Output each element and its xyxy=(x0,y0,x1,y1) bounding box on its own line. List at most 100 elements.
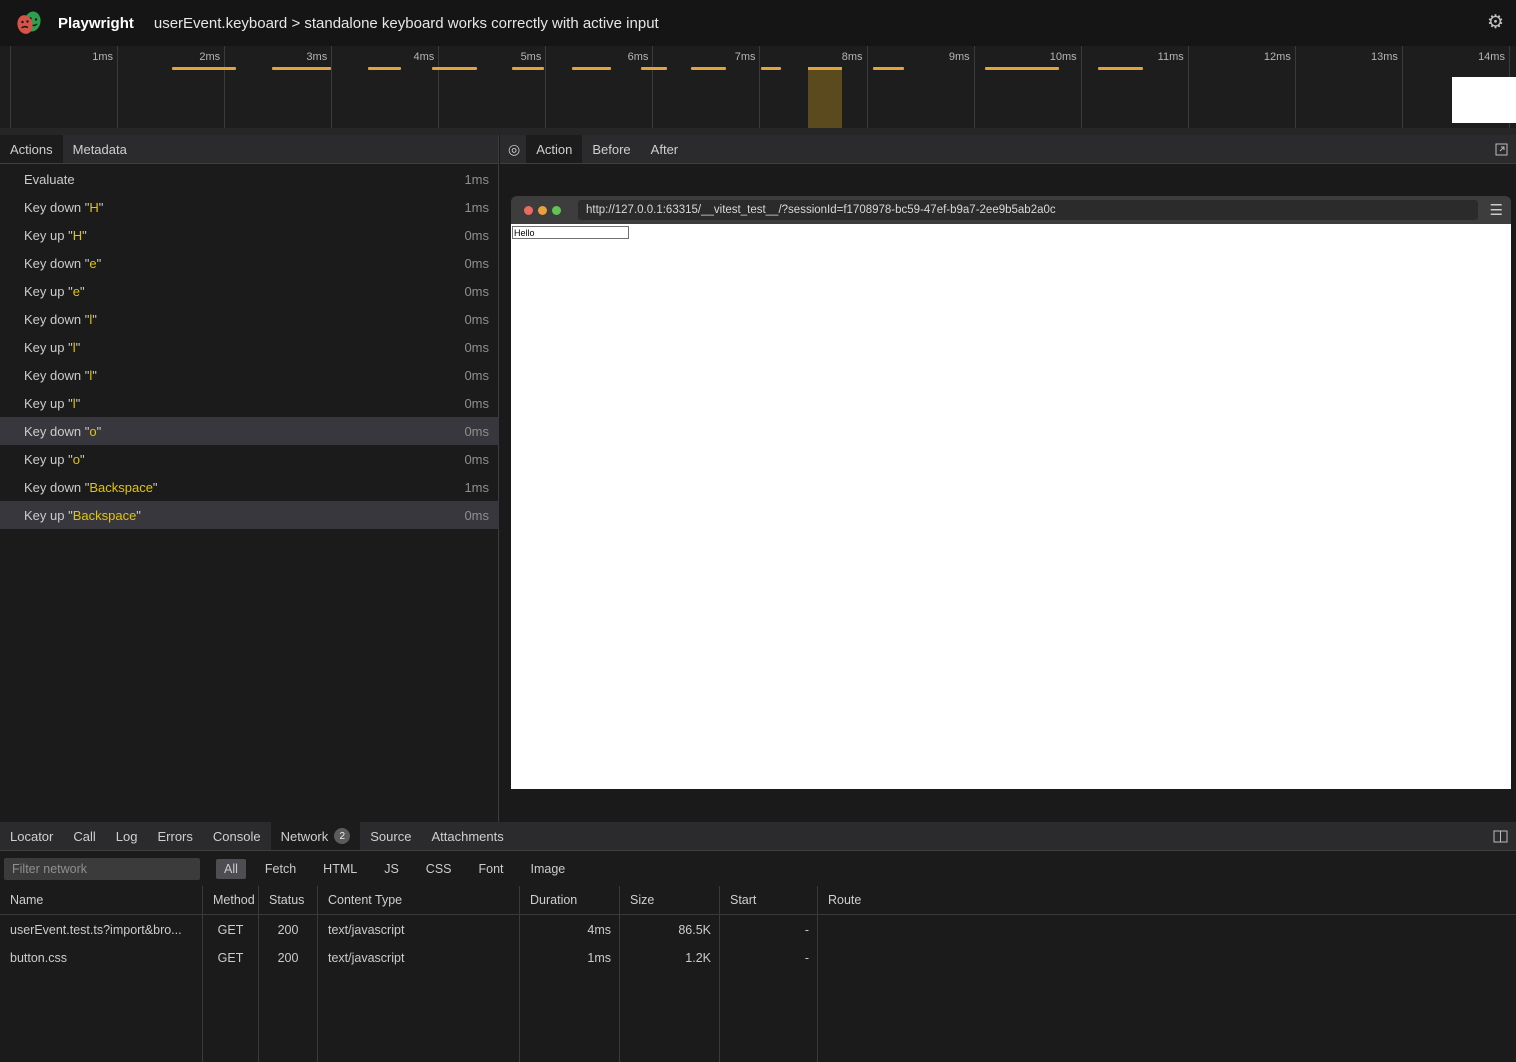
action-key-value: Backspace xyxy=(73,508,137,523)
timeline-action-tick[interactable] xyxy=(641,67,667,70)
network-row-cell[interactable]: GET xyxy=(203,944,259,972)
timeline-gridline xyxy=(652,46,653,128)
tab-source[interactable]: Source xyxy=(360,822,421,850)
column-header-status[interactable]: Status xyxy=(259,886,318,915)
network-row-cell[interactable]: - xyxy=(720,915,818,944)
column-header-route[interactable]: Route xyxy=(818,886,1516,915)
tab-call[interactable]: Call xyxy=(63,822,105,850)
filter-image[interactable]: Image xyxy=(523,859,574,879)
timeline-action-tick[interactable] xyxy=(572,67,611,70)
action-list-item[interactable]: Key down "e"0ms xyxy=(0,249,499,277)
timeline-action-tick[interactable] xyxy=(272,67,331,70)
timeline-action-tick[interactable] xyxy=(512,67,544,70)
action-list-item[interactable]: Key down "l"0ms xyxy=(0,361,499,389)
action-label: Key down " xyxy=(24,312,89,327)
network-row-cell[interactable]: GET xyxy=(203,915,259,944)
details-panel: LocatorCallLogErrors Console Network2Sourc… xyxy=(0,822,1516,1062)
timeline[interactable]: 1ms2ms3ms4ms5ms6ms7ms8ms9ms10ms11ms12ms1… xyxy=(0,46,1516,135)
timeline-ms-label: 3ms xyxy=(271,51,327,63)
action-list-item[interactable]: Key up "e"0ms xyxy=(0,277,499,305)
filter-css[interactable]: CSS xyxy=(418,859,460,879)
timeline-action-tick[interactable] xyxy=(985,67,1059,70)
timeline-action-tick[interactable] xyxy=(873,67,904,70)
column-header-start[interactable]: Start xyxy=(720,886,818,915)
column-header-size[interactable]: Size xyxy=(620,886,720,915)
action-key-quote: " xyxy=(153,480,158,495)
network-row-cell[interactable]: 4ms xyxy=(520,915,620,944)
filter-js[interactable]: JS xyxy=(376,859,407,879)
action-list-item[interactable]: Key up "l"0ms xyxy=(0,333,499,361)
network-row-cell[interactable]: 200 xyxy=(259,944,318,972)
network-row-cell[interactable]: - xyxy=(720,944,818,972)
network-row-cell[interactable]: userEvent.test.ts?import&bro... xyxy=(0,915,203,944)
timeline-action-tick[interactable] xyxy=(172,67,236,70)
action-duration: 0ms xyxy=(464,396,489,411)
filter-font[interactable]: Font xyxy=(471,859,512,879)
network-row-cell[interactable]: button.css xyxy=(0,944,203,972)
filter-all[interactable]: All xyxy=(216,859,246,879)
action-key-value: Backspace xyxy=(89,480,153,495)
timeline-action-tick[interactable] xyxy=(432,67,477,70)
action-list-item[interactable]: Key down "H"1ms xyxy=(0,193,499,221)
tab-after[interactable]: After xyxy=(641,135,688,163)
action-list-item[interactable]: Key down "l"0ms xyxy=(0,305,499,333)
timeline-gridline xyxy=(224,46,225,128)
action-list-item[interactable]: Key up "o"0ms xyxy=(0,445,499,473)
address-bar: http://127.0.0.1:63315/__vitest_test__/?… xyxy=(578,200,1478,220)
timeline-screenshot-thumbnail[interactable] xyxy=(1452,77,1516,123)
action-label: Key up " xyxy=(24,396,73,411)
network-row-cell[interactable]: text/javascript xyxy=(318,944,520,972)
network-row-cell[interactable]: 86.5K xyxy=(620,915,720,944)
timeline-resize-gutter[interactable] xyxy=(0,128,1516,135)
action-list-item[interactable]: Key up "l"0ms xyxy=(0,389,499,417)
tab-log[interactable]: Log xyxy=(106,822,148,850)
action-list-item[interactable]: Key down "Backspace"1ms xyxy=(0,473,499,501)
network-row-cell[interactable]: 1.2K xyxy=(620,944,720,972)
action-duration: 0ms xyxy=(464,340,489,355)
action-list-item[interactable]: Key up "H"0ms xyxy=(0,221,499,249)
page-text-input[interactable] xyxy=(512,226,629,239)
action-list-item[interactable]: Evaluate 1ms xyxy=(0,165,499,193)
filter-html[interactable]: HTML xyxy=(315,859,365,879)
timeline-action-tick[interactable] xyxy=(368,67,401,70)
network-row-cell[interactable] xyxy=(818,915,1516,944)
action-list-item[interactable]: Key down "o"0ms xyxy=(0,417,499,445)
action-key-value: e xyxy=(73,284,80,299)
table-filler-cell xyxy=(620,972,720,1062)
tab-before[interactable]: Before xyxy=(582,135,640,163)
tab-label: Console xyxy=(213,829,261,844)
timeline-action-tick[interactable] xyxy=(691,67,726,70)
timeline-selected-range[interactable] xyxy=(808,67,842,128)
column-header-content-type[interactable]: Content Type xyxy=(318,886,520,915)
tab-locator[interactable]: Locator xyxy=(0,822,63,850)
network-filter-input[interactable] xyxy=(4,858,200,880)
network-row-cell[interactable]: text/javascript xyxy=(318,915,520,944)
panel-layout-toggle-icon[interactable] xyxy=(1493,822,1516,850)
tab-attachments[interactable]: Attachments xyxy=(421,822,513,850)
tab-console[interactable]: Console xyxy=(203,822,271,850)
column-header-name[interactable]: Name xyxy=(0,886,203,915)
filter-fetch[interactable]: Fetch xyxy=(257,859,304,879)
network-row-cell[interactable]: 200 xyxy=(259,915,318,944)
tab-metadata[interactable]: Metadata xyxy=(63,135,137,163)
timeline-action-tick[interactable] xyxy=(761,67,781,70)
action-label: Key up " xyxy=(24,508,73,523)
tab-errors[interactable]: Errors xyxy=(147,822,202,850)
settings-gear-icon[interactable]: ⚙ xyxy=(1487,12,1504,34)
tab-network[interactable]: Network2 xyxy=(271,822,361,850)
column-header-method[interactable]: Method xyxy=(203,886,259,915)
snapshot-page xyxy=(511,224,1511,789)
pick-locator-target-icon[interactable]: ◎ xyxy=(506,135,526,163)
column-header-duration[interactable]: Duration xyxy=(520,886,620,915)
action-label: Evaluate xyxy=(24,172,75,187)
timeline-gridline xyxy=(867,46,868,128)
action-list-item[interactable]: Key up "Backspace"0ms xyxy=(0,501,499,529)
network-row-cell[interactable]: 1ms xyxy=(520,944,620,972)
open-snapshot-external-icon[interactable] xyxy=(1495,135,1516,163)
timeline-action-tick[interactable] xyxy=(1098,67,1143,70)
network-row-cell[interactable] xyxy=(818,944,1516,972)
action-duration: 1ms xyxy=(464,172,489,187)
action-duration: 0ms xyxy=(464,256,489,271)
tab-actions[interactable]: Actions xyxy=(0,135,63,163)
tab-action[interactable]: Action xyxy=(526,135,582,163)
